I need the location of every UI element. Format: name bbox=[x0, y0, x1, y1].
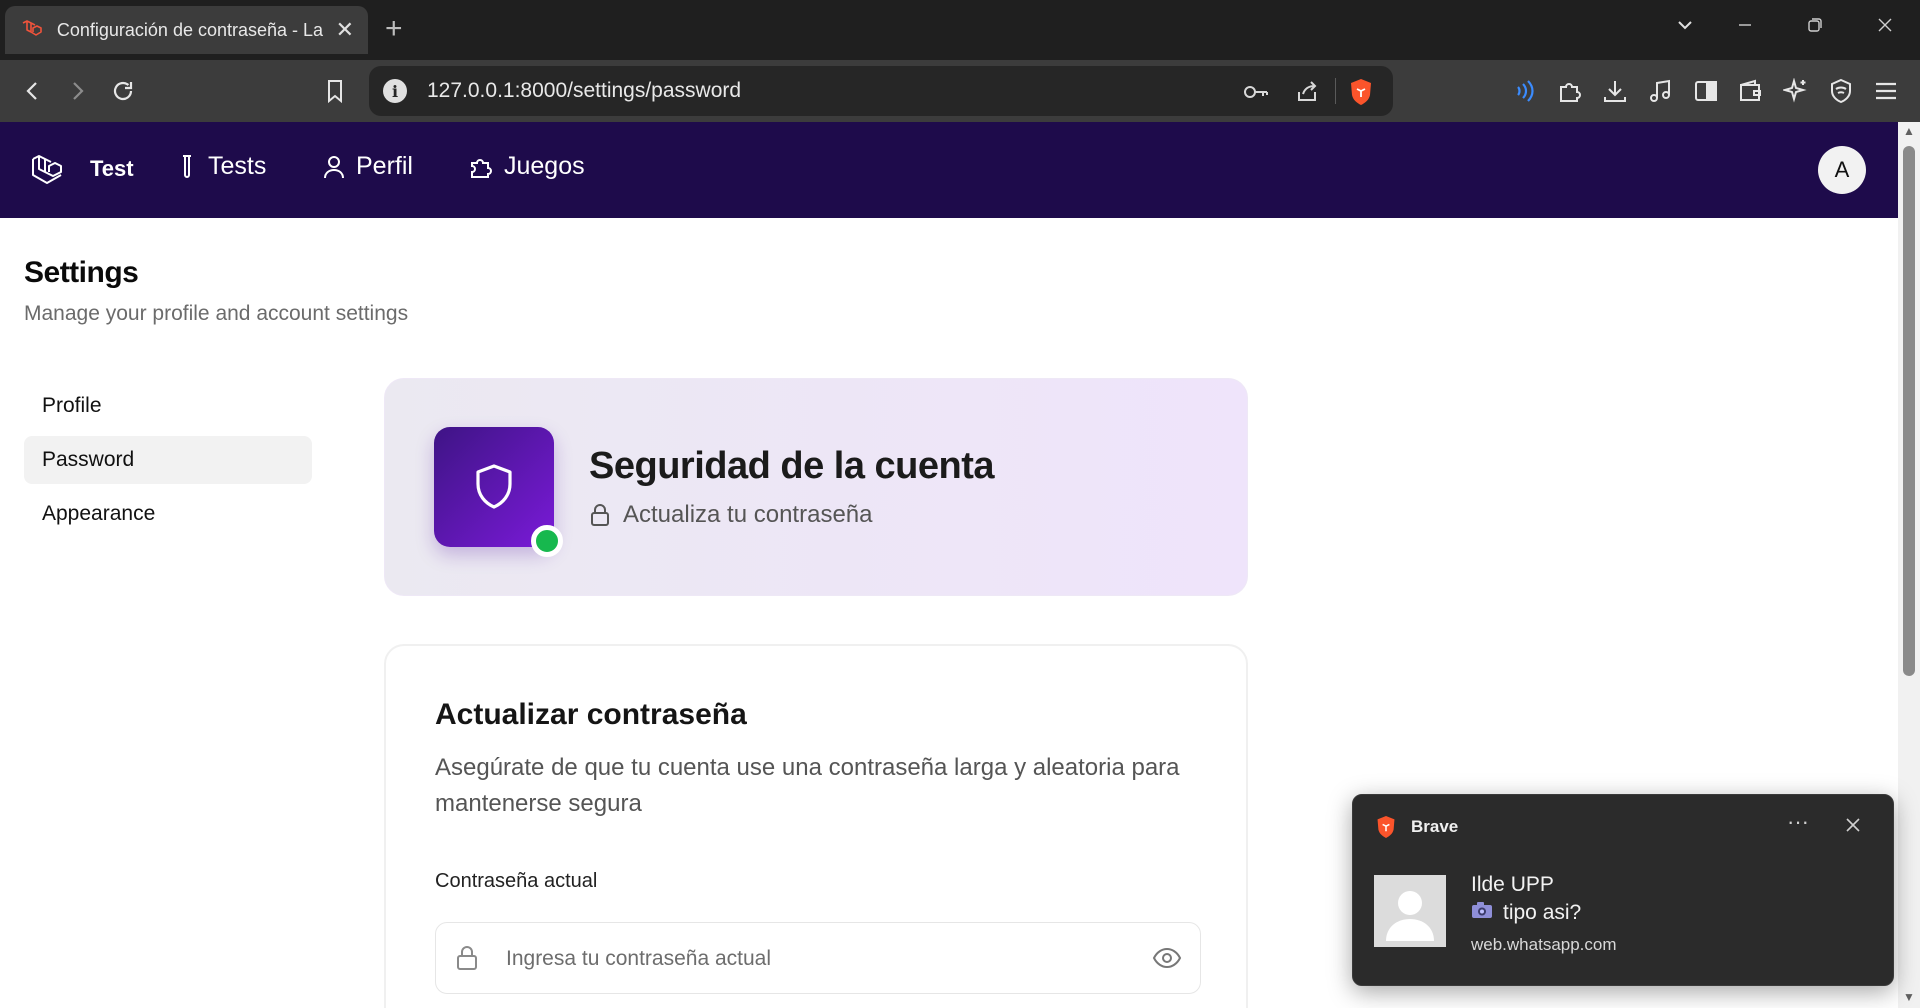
password-key-icon[interactable] bbox=[1242, 78, 1270, 106]
notification-app-name: Brave bbox=[1411, 817, 1459, 836]
notification-source: web.whatsapp.com bbox=[1471, 935, 1617, 954]
contact-avatar bbox=[1374, 875, 1446, 947]
nav-item-juegos[interactable]: Juegos bbox=[468, 152, 585, 181]
menu-hamburger-icon[interactable] bbox=[1871, 76, 1901, 106]
tab-search-chevron-icon[interactable] bbox=[1676, 14, 1694, 40]
nav-item-tests[interactable]: Tests bbox=[176, 152, 266, 181]
close-tab-icon[interactable]: ✕ bbox=[336, 17, 354, 43]
puzzle-icon bbox=[471, 158, 492, 178]
reload-icon[interactable] bbox=[106, 74, 140, 108]
lock-icon bbox=[591, 504, 609, 526]
omnibox-divider bbox=[1335, 78, 1336, 104]
lock-icon bbox=[454, 944, 480, 977]
shield-icon bbox=[476, 464, 512, 509]
brave-logo-icon bbox=[1375, 815, 1397, 844]
url-text[interactable]: 127.0.0.1:8000/settings/password bbox=[427, 79, 741, 103]
settings-sidebar: Profile Password Appearance bbox=[24, 382, 312, 544]
notification-message: tipo asi? bbox=[1503, 901, 1582, 924]
close-notification-icon[interactable] bbox=[1845, 813, 1861, 839]
media-music-icon[interactable] bbox=[1646, 76, 1676, 106]
page-title: Settings bbox=[24, 256, 139, 289]
wallet-icon[interactable] bbox=[1736, 76, 1766, 106]
notification-sender: Ilde UPP bbox=[1471, 873, 1554, 896]
back-icon[interactable] bbox=[16, 74, 50, 108]
sidebar-item-password[interactable]: Password bbox=[24, 436, 312, 484]
update-password-card: Actualizar contraseña Asegúrate de que t… bbox=[384, 644, 1248, 1008]
nav-item-label: Tests bbox=[208, 152, 267, 180]
share-icon[interactable] bbox=[1293, 78, 1321, 106]
minimize-icon[interactable] bbox=[1736, 14, 1754, 40]
brand-name[interactable]: Test bbox=[90, 156, 134, 182]
toggle-visibility-eye-icon[interactable] bbox=[1152, 945, 1182, 976]
card-description: Asegúrate de que tu cuenta use una contr… bbox=[435, 754, 1180, 817]
restore-icon[interactable] bbox=[1806, 14, 1824, 40]
browser-tab[interactable]: Configuración de contraseña - La ✕ bbox=[5, 6, 368, 54]
scrollbar-thumb[interactable] bbox=[1903, 146, 1915, 676]
nav-item-label: Juegos bbox=[504, 152, 585, 180]
brave-talk-icon[interactable] bbox=[1510, 76, 1540, 106]
vpn-shield-icon[interactable] bbox=[1826, 76, 1856, 106]
hero-title: Seguridad de la cuenta bbox=[589, 445, 995, 487]
page-subtitle: Manage your profile and account settings bbox=[24, 302, 409, 325]
test-tube-icon bbox=[183, 154, 191, 178]
browser-toolbar: i 127.0.0.1:8000/settings/password bbox=[0, 60, 1920, 122]
notification-message-row: tipo asi? bbox=[1471, 901, 1581, 925]
hero-subtitle: Actualiza tu contraseña bbox=[623, 501, 873, 528]
security-hero-card: Seguridad de la cuenta Actualiza tu cont… bbox=[384, 378, 1248, 596]
brave-shields-icon[interactable] bbox=[1347, 78, 1375, 106]
app-navbar: Test Tests Perfil Juegos A bbox=[0, 122, 1898, 218]
current-password-field[interactable] bbox=[435, 922, 1201, 994]
laravel-logo-icon[interactable] bbox=[30, 152, 66, 188]
bookmark-icon[interactable] bbox=[318, 74, 352, 108]
current-password-input[interactable] bbox=[506, 941, 1106, 977]
status-indicator bbox=[531, 525, 563, 557]
forward-icon[interactable] bbox=[60, 74, 94, 108]
sidebar-toggle-icon[interactable] bbox=[1691, 76, 1721, 106]
site-info-icon[interactable]: i bbox=[383, 79, 407, 103]
tab-title: Configuración de contraseña - La bbox=[56, 19, 324, 40]
laravel-favicon-icon bbox=[19, 17, 45, 43]
nav-item-label: Perfil bbox=[356, 152, 413, 180]
more-options-icon[interactable]: ··· bbox=[1787, 809, 1809, 835]
scroll-up-icon[interactable]: ▲ bbox=[1903, 124, 1915, 138]
sidebar-item-appearance[interactable]: Appearance bbox=[24, 490, 312, 538]
current-password-label: Contraseña actual bbox=[435, 870, 598, 892]
card-title: Actualizar contraseña bbox=[435, 698, 747, 731]
extensions-puzzle-icon[interactable] bbox=[1555, 76, 1585, 106]
leo-ai-sparkle-icon[interactable] bbox=[1781, 76, 1811, 106]
new-tab-icon[interactable]: + bbox=[385, 14, 403, 44]
scroll-down-icon[interactable]: ▼ bbox=[1903, 990, 1915, 1004]
system-notification[interactable]: Brave ··· Ilde UPP tipo asi? web.whatsap… bbox=[1352, 794, 1894, 986]
user-avatar[interactable]: A bbox=[1818, 146, 1866, 194]
hero-subtitle-row: Actualiza tu contraseña bbox=[589, 501, 872, 529]
nav-item-perfil[interactable]: Perfil bbox=[322, 152, 413, 181]
user-icon bbox=[324, 155, 344, 178]
default-avatar-icon bbox=[1374, 875, 1446, 947]
browser-tab-bar: Configuración de contraseña - La ✕ + bbox=[0, 0, 1920, 60]
downloads-icon[interactable] bbox=[1600, 76, 1630, 106]
close-window-icon[interactable] bbox=[1876, 14, 1894, 40]
address-bar[interactable]: i 127.0.0.1:8000/settings/password bbox=[369, 66, 1393, 116]
camera-emoji-icon bbox=[1471, 901, 1493, 925]
sidebar-item-profile[interactable]: Profile bbox=[24, 382, 312, 430]
